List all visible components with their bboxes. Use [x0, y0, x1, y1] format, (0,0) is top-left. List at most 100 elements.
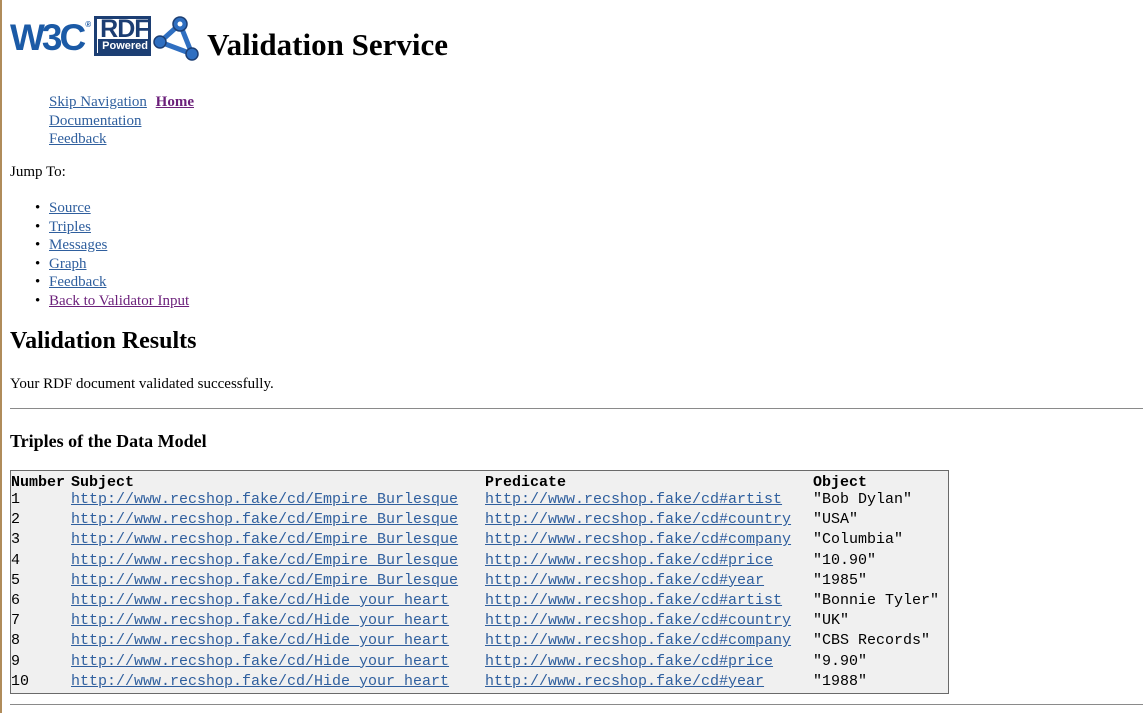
triple-predicate-link[interactable]: http://www.recshop.fake/cd#artist [485, 491, 782, 508]
table-row: 4 http://www.recshop.fake/cd/Empire Burle… [11, 552, 939, 572]
list-item: Feedback [35, 273, 189, 292]
table-row: 6 http://www.recshop.fake/cd/Hide your he… [11, 592, 939, 612]
triple-subject-cell: http://www.recshop.fake/cd/Hide your hea… [71, 592, 485, 612]
table-row: 2 http://www.recshop.fake/cd/Empire Burle… [11, 511, 939, 531]
triple-number: 9 [11, 652, 21, 670]
triple-predicate-cell: http://www.recshop.fake/cd#artist [485, 491, 813, 511]
triple-subject-link[interactable]: http://www.recshop.fake/cd/Hide your hea… [71, 653, 449, 670]
jump-feedback-link[interactable]: Feedback [49, 274, 106, 290]
triple-object: "USA" [813, 511, 859, 529]
list-item: Triples [35, 218, 189, 237]
triple-subject-link[interactable]: http://www.recshop.fake/cd/Empire Burles… [71, 511, 458, 528]
jump-graph-link[interactable]: Graph [49, 256, 87, 272]
triple-subject-cell: http://www.recshop.fake/cd/Empire Burles… [71, 572, 485, 592]
left-border-rule [0, 0, 2, 713]
home-link[interactable]: Home [156, 94, 194, 110]
triple-subject-cell: http://www.recshop.fake/cd/Hide your hea… [71, 632, 485, 652]
column-header-predicate: Predicate [485, 473, 567, 491]
table-row: 7 http://www.recshop.fake/cd/Hide your he… [11, 612, 939, 632]
jump-source-link[interactable]: Source [49, 200, 91, 216]
triple-subject-cell: http://www.recshop.fake/cd/Hide your hea… [71, 673, 485, 693]
triple-predicate-link[interactable]: http://www.recshop.fake/cd#year [485, 673, 764, 690]
triple-predicate-cell: http://www.recshop.fake/cd#price [485, 653, 813, 673]
triple-object: "Columbia" [813, 531, 904, 549]
column-header-object: Object [813, 473, 868, 491]
triple-object: "Bonnie Tyler" [813, 591, 940, 609]
table-row: 1 http://www.recshop.fake/cd/Empire Burle… [11, 491, 939, 511]
jump-to-list: Source Triples Messages Graph Feedback B… [35, 199, 189, 311]
triple-object: "UK" [813, 612, 850, 630]
divider [10, 704, 1143, 705]
triple-predicate-link[interactable]: http://www.recshop.fake/cd#country [485, 612, 791, 629]
jump-triples-link[interactable]: Triples [49, 219, 91, 235]
w3c-logo-text: W3C [10, 17, 86, 58]
rdf-logo-powered: Powered [98, 39, 152, 53]
triple-subject-link[interactable]: http://www.recshop.fake/cd/Hide your hea… [71, 673, 449, 690]
triple-number: 10 [11, 672, 30, 690]
feedback-link[interactable]: Feedback [49, 131, 106, 147]
column-header-number: Number [11, 473, 66, 491]
triples-table-body: 1 http://www.recshop.fake/cd/Empire Burle… [11, 491, 939, 693]
triple-subject-link[interactable]: http://www.recshop.fake/cd/Hide your hea… [71, 592, 449, 609]
jump-to-label: Jump To: [10, 164, 66, 180]
triple-predicate-link[interactable]: http://www.recshop.fake/cd#artist [485, 592, 782, 609]
triple-subject-cell: http://www.recshop.fake/cd/Hide your hea… [71, 612, 485, 632]
triple-number: 7 [11, 612, 21, 630]
list-item: Graph [35, 255, 189, 274]
triple-object: "9.90" [813, 652, 868, 670]
triple-subject-link[interactable]: http://www.recshop.fake/cd/Empire Burles… [71, 491, 458, 508]
table-row: 9 http://www.recshop.fake/cd/Hide your he… [11, 653, 939, 673]
triple-predicate-cell: http://www.recshop.fake/cd#year [485, 673, 813, 693]
table-row: 10 http://www.recshop.fake/cd/Hide your h… [11, 673, 939, 693]
documentation-link[interactable]: Documentation [49, 113, 141, 129]
triple-number: 1 [11, 491, 21, 508]
site-navigation: Skip Navigation Home Documentation Feedb… [49, 93, 194, 149]
list-item: Messages [35, 236, 189, 255]
triple-subject-link[interactable]: http://www.recshop.fake/cd/Empire Burles… [71, 572, 458, 589]
triple-object: "10.90" [813, 551, 877, 569]
triple-predicate-cell: http://www.recshop.fake/cd#company [485, 531, 813, 551]
triple-predicate-link[interactable]: http://www.recshop.fake/cd#price [485, 653, 773, 670]
list-item: Back to Validator Input [35, 292, 189, 311]
triple-object: "Bob Dylan" [813, 491, 913, 508]
triple-object: "1985" [813, 571, 868, 589]
triple-predicate-link[interactable]: http://www.recshop.fake/cd#country [485, 511, 791, 528]
page-header: W3C ® RDF Powered Validation Service [10, 12, 448, 64]
triple-predicate-link[interactable]: http://www.recshop.fake/cd#company [485, 632, 791, 649]
triple-predicate-cell: http://www.recshop.fake/cd#artist [485, 592, 813, 612]
rdf-powered-logo[interactable]: RDF Powered [94, 14, 209, 62]
validation-results-heading: Validation Results [10, 328, 197, 354]
triple-subject-link[interactable]: http://www.recshop.fake/cd/Hide your hea… [71, 632, 449, 649]
triple-subject-link[interactable]: http://www.recshop.fake/cd/Empire Burles… [71, 552, 458, 569]
triple-number: 2 [11, 511, 21, 529]
table-row: 8 http://www.recshop.fake/cd/Hide your he… [11, 632, 939, 652]
divider [10, 408, 1143, 409]
table-row: 5 http://www.recshop.fake/cd/Empire Burle… [11, 572, 939, 592]
triple-subject-cell: http://www.recshop.fake/cd/Empire Burles… [71, 552, 485, 572]
rdf-graph-icon [153, 16, 199, 61]
triple-subject-cell: http://www.recshop.fake/cd/Hide your hea… [71, 653, 485, 673]
triple-subject-link[interactable]: http://www.recshop.fake/cd/Hide your hea… [71, 612, 449, 629]
w3c-logo[interactable]: W3C ® [10, 19, 91, 56]
triple-subject-cell: http://www.recshop.fake/cd/Empire Burles… [71, 491, 485, 511]
triple-predicate-link[interactable]: http://www.recshop.fake/cd#price [485, 552, 773, 569]
triple-number: 5 [11, 571, 21, 589]
triple-predicate-link[interactable]: http://www.recshop.fake/cd#year [485, 572, 764, 589]
triple-number: 6 [11, 591, 21, 609]
triple-number: 3 [11, 531, 21, 549]
validation-status-message: Your RDF document validated successfully… [10, 376, 274, 392]
triple-subject-link[interactable]: http://www.recshop.fake/cd/Empire Burles… [71, 531, 458, 548]
jump-messages-link[interactable]: Messages [49, 237, 107, 253]
triples-table: Number Subject Predicate Object 1 http://… [11, 473, 939, 693]
triples-table-container: Number Subject Predicate Object 1 http://… [10, 470, 949, 694]
column-header-subject: Subject [71, 473, 135, 491]
skip-navigation-link[interactable]: Skip Navigation [49, 94, 147, 110]
triple-subject-cell: http://www.recshop.fake/cd/Empire Burles… [71, 511, 485, 531]
triple-predicate-link[interactable]: http://www.recshop.fake/cd#company [485, 531, 791, 548]
triple-number: 8 [11, 632, 21, 650]
triple-predicate-cell: http://www.recshop.fake/cd#country [485, 511, 813, 531]
back-to-validator-input-link[interactable]: Back to Validator Input [49, 293, 189, 309]
table-header-row: Number Subject Predicate Object [11, 473, 939, 491]
registered-mark-icon: ® [85, 20, 92, 29]
triple-predicate-cell: http://www.recshop.fake/cd#company [485, 632, 813, 652]
